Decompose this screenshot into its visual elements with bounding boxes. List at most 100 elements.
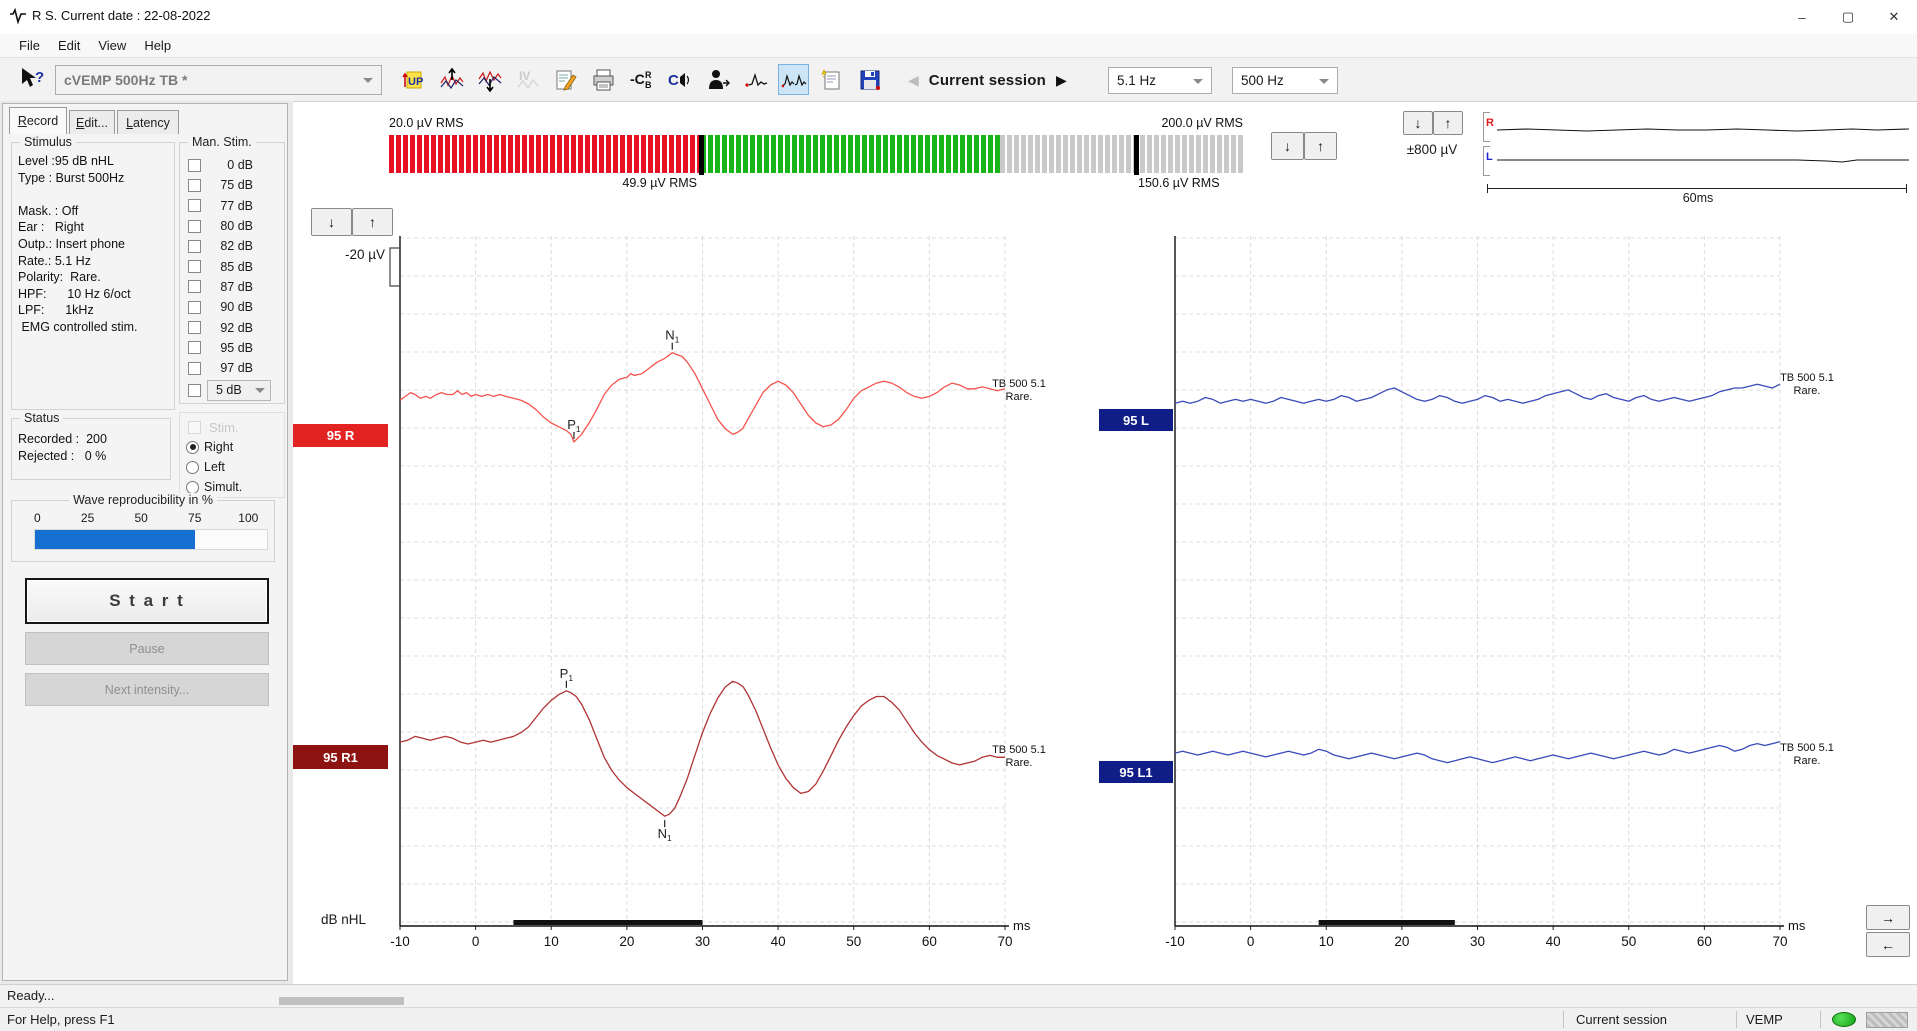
checkbox-icon[interactable]: [188, 220, 201, 233]
stim-checkbox: [188, 421, 201, 434]
next-intensity-button[interactable]: Next intensity...: [25, 673, 269, 706]
man-stim-option[interactable]: 80 dB: [180, 216, 284, 236]
preview-scale-up-button[interactable]: ↑: [1433, 111, 1463, 135]
start-button[interactable]: S t a r t: [25, 578, 269, 624]
man-stim-option[interactable]: 97 dB: [180, 358, 284, 378]
shift-right-button[interactable]: →: [1866, 905, 1910, 930]
checkbox-icon[interactable]: [188, 260, 201, 273]
maximize-button[interactable]: ▢: [1825, 0, 1871, 34]
checkbox-icon[interactable]: [188, 321, 201, 334]
window-title: R S. Current date : 22-08-2022: [32, 8, 211, 23]
checkbox-icon[interactable]: [188, 199, 201, 212]
man-stim-option[interactable]: 85 dB: [180, 256, 284, 276]
man-stim-option-label: 90 dB: [207, 300, 253, 314]
checkbox-icon[interactable]: [188, 280, 201, 293]
shift-left-button[interactable]: ←: [1866, 932, 1910, 957]
wave-label-95L1[interactable]: 95 L1: [1099, 761, 1173, 783]
next-session-button[interactable]: ▶: [1056, 72, 1067, 89]
man-stim-group: Man. Stim. 0 dB75 dB77 dB80 dB82 dB85 dB…: [179, 142, 285, 404]
svg-text:0: 0: [472, 934, 480, 949]
man-stim-option-label: 0 dB: [207, 158, 253, 172]
waveform-down-icon[interactable]: [474, 64, 505, 95]
man-stim-option[interactable]: 95 dB: [180, 338, 284, 358]
menu-item-view[interactable]: View: [89, 36, 135, 55]
split-view-icon[interactable]: [778, 64, 809, 95]
help-pointer-icon[interactable]: ?: [18, 66, 48, 94]
stim-ear-option-right[interactable]: Right: [180, 437, 284, 457]
pause-button[interactable]: Pause: [25, 632, 269, 665]
tab-edit[interactable]: Edit...: [69, 110, 115, 134]
stimulus-line: Mask. : Off: [18, 203, 174, 220]
preview-scale-down-button[interactable]: ↓: [1403, 111, 1433, 135]
emg-scale-up-button[interactable]: ↑: [1304, 132, 1337, 160]
app-icon: [9, 8, 27, 26]
rate-select[interactable]: 5.1 Hz: [1108, 67, 1212, 94]
svg-text:50: 50: [846, 934, 861, 949]
wave-label-95R[interactable]: 95 R: [293, 424, 388, 447]
patient-icon[interactable]: [702, 64, 733, 95]
raw-eeg-preview: R L: [1483, 108, 1910, 182]
man-stim-option[interactable]: 90 dB: [180, 297, 284, 317]
stimulus-line: Polarity: Rare.: [18, 269, 174, 286]
waveform-up-icon[interactable]: [436, 64, 467, 95]
menu-item-help[interactable]: Help: [135, 36, 180, 55]
man-stim-option[interactable]: 82 dB: [180, 236, 284, 256]
menu-item-edit[interactable]: Edit: [49, 36, 89, 55]
close-button[interactable]: ✕: [1871, 0, 1917, 34]
preview-range-label: ±800 µV: [1399, 142, 1465, 157]
man-stim-option[interactable]: 92 dB: [180, 317, 284, 337]
man-stim-option-label: 80 dB: [207, 219, 253, 233]
protocol-select[interactable]: cVEMP 500Hz TB *: [55, 65, 382, 95]
preview-traces: [1497, 108, 1909, 182]
checkbox-icon[interactable]: [188, 341, 201, 354]
stimulus-line: Outp.: Insert phone: [18, 236, 174, 253]
statusbar-separator: [1563, 1011, 1564, 1028]
man-stim-option-label: 87 dB: [207, 280, 253, 294]
checkbox-icon[interactable]: [188, 179, 201, 192]
man-stim-option[interactable]: 87 dB: [180, 277, 284, 297]
man-stim-option[interactable]: 0 dB: [180, 155, 284, 175]
man-stim-option-label: 75 dB: [207, 178, 253, 192]
stimulus-line: Ear : Right: [18, 219, 174, 236]
status-indicator-icon: [1832, 1012, 1856, 1027]
tab-record[interactable]: Record: [9, 107, 67, 134]
new-report-icon[interactable]: [816, 64, 847, 95]
tab-latency[interactable]: Latency: [117, 110, 179, 134]
checkbox-icon[interactable]: [188, 159, 201, 172]
checkbox-icon[interactable]: [188, 240, 201, 253]
man-stim-option-label: 77 dB: [207, 199, 253, 213]
wave-label-95R1[interactable]: 95 R1: [293, 745, 388, 769]
chevron-down-icon: [1319, 79, 1329, 84]
prev-session-button[interactable]: ◀: [908, 72, 919, 89]
iv-markers-icon[interactable]: IV: [512, 64, 543, 95]
reproducibility-tick: 0: [34, 511, 41, 525]
radio-icon[interactable]: [186, 461, 199, 474]
man-stim-option[interactable]: 77 dB: [180, 196, 284, 216]
transducer-rb-icon[interactable]: -CRB: [626, 64, 657, 95]
radio-icon[interactable]: [186, 441, 199, 454]
checkbox-icon[interactable]: [188, 362, 201, 375]
frequency-select[interactable]: 500 Hz: [1232, 67, 1338, 94]
svg-text:C: C: [668, 72, 679, 89]
step-checkbox[interactable]: [188, 384, 201, 397]
minimize-button[interactable]: –: [1779, 0, 1825, 34]
waveform-charts: -10010203040506070msP1N1P1N1-10010203040…: [293, 202, 1917, 982]
checkbox-icon[interactable]: [188, 301, 201, 314]
emg-scale-down-button[interactable]: ↓: [1271, 132, 1304, 160]
single-view-icon[interactable]: [740, 64, 771, 95]
menu-item-file[interactable]: File: [10, 36, 49, 55]
wave-label-95L[interactable]: 95 L: [1099, 409, 1173, 431]
sound-monitor-icon[interactable]: C: [664, 64, 695, 95]
step-size-select[interactable]: 5 dB: [207, 380, 271, 401]
radio-icon[interactable]: [186, 481, 199, 494]
stim-ear-option-left[interactable]: Left: [180, 457, 284, 477]
stimulus-group-title: Stimulus: [20, 135, 76, 149]
man-stim-option[interactable]: 75 dB: [180, 175, 284, 195]
save-icon[interactable]: [854, 64, 885, 95]
splitter-handle[interactable]: [279, 997, 404, 1005]
print-icon[interactable]: [588, 64, 619, 95]
svg-text:50: 50: [1621, 934, 1636, 949]
edit-report-icon[interactable]: [550, 64, 581, 95]
reproducibility-tick: 75: [188, 511, 201, 525]
setup-icon[interactable]: UP: [398, 64, 429, 95]
